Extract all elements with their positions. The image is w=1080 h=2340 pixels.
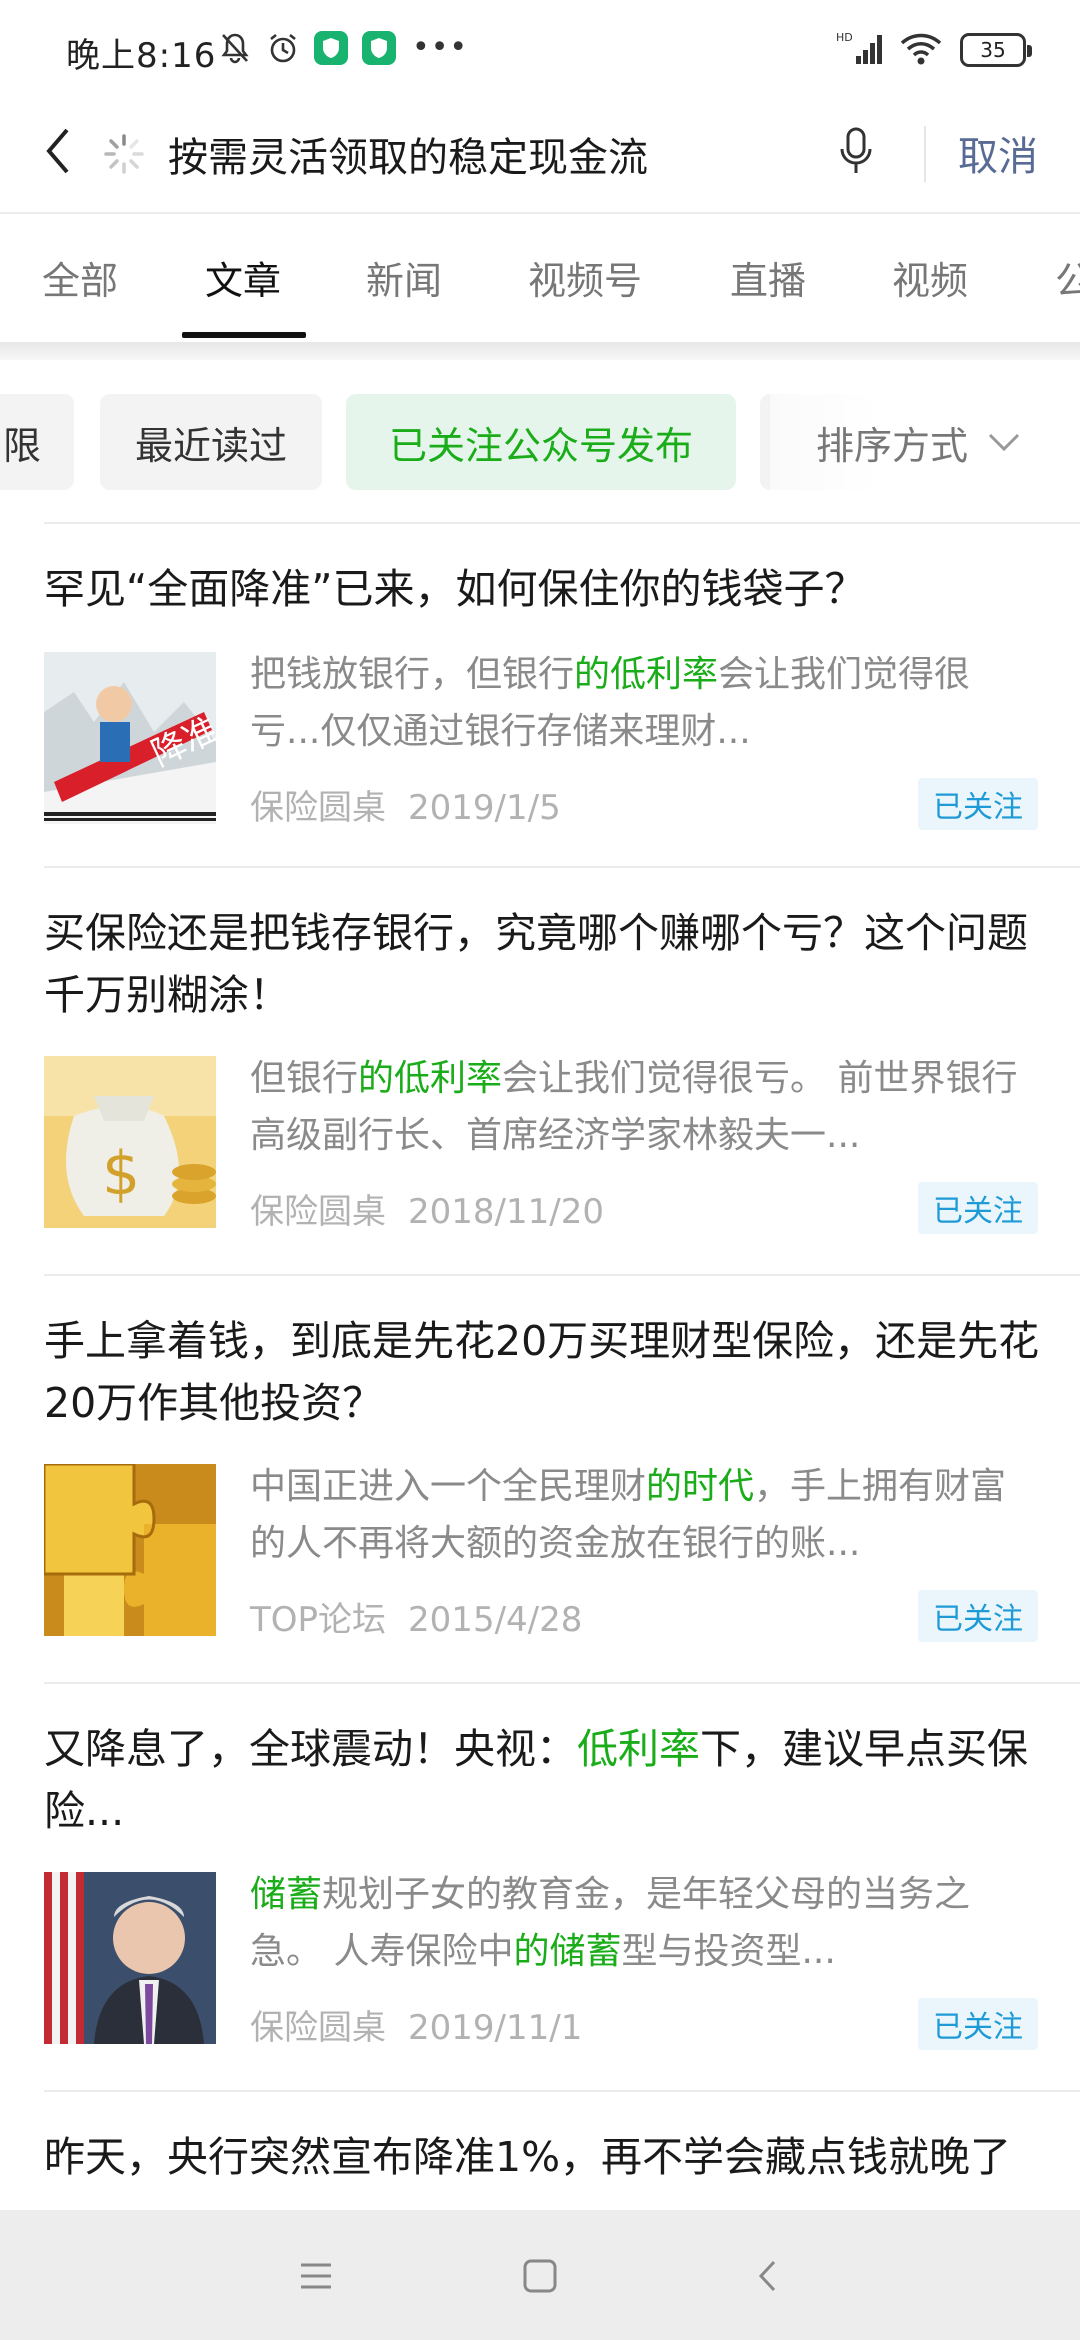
home-button[interactable] <box>510 2246 570 2306</box>
network-type-label: HD <box>836 31 853 44</box>
article-source: 保险圆桌 <box>250 2008 386 2048</box>
article-meta: 保险圆桌 2019/1/5 <box>250 780 561 829</box>
home-square-icon <box>523 2259 557 2293</box>
article-title: 手上拿着钱，到底是先花20万买理财型保险，还是先花20万作其他投资？ <box>44 1317 1040 1427</box>
article-item[interactable]: 罕见“全面降准”已来，如何保住你的钱袋子？ 降准 把钱放银行，但银行的低利率会让… <box>0 524 1080 864</box>
article-meta: TOP论坛 2015/4/28 <box>250 1592 582 1641</box>
tab-articles[interactable]: 文章 <box>205 250 281 305</box>
thumb-caption: $ <box>102 1139 140 1209</box>
back-chevron-icon <box>758 2260 776 2292</box>
article-date: 2015/4/28 <box>408 1600 583 1640</box>
system-back-button[interactable] <box>738 2246 798 2306</box>
article-item[interactable]: 手上拿着钱，到底是先花20万买理财型保险，还是先花20万作其他投资？ 中国正进入… <box>0 1276 1080 1682</box>
shield-app-icon <box>314 30 348 65</box>
status-time: 晚上8:16 <box>66 36 217 76</box>
cancel-button[interactable]: 取消 <box>958 124 1038 182</box>
mute-bell-icon <box>218 31 252 65</box>
search-query-text: 按需灵活领取的稳定现金流 <box>168 135 648 181</box>
article-snippet: 但银行的低利率会让我们觉得很亏。 前世界银行高级副行长、首席经济学家林毅夫一..… <box>250 1058 1018 1156</box>
cellular-signal-icon: HD <box>836 30 882 70</box>
chevron-down-icon <box>988 433 1020 452</box>
alarm-clock-icon <box>266 31 300 65</box>
filter-bar: 限 最近读过 已关注公众号发布 排序方式 <box>0 360 1080 520</box>
tab-channels[interactable]: 视频号 <box>528 250 642 305</box>
back-arrow-icon <box>46 128 69 174</box>
article-snippet: 把钱放银行，但银行的低利率会让我们觉得很亏...仅仅通过银行存储来理财... <box>250 654 971 752</box>
back-button[interactable] <box>28 116 88 186</box>
tab-news[interactable]: 新闻 <box>366 250 442 305</box>
more-notifications-icon: ••• <box>412 30 469 65</box>
article-date: 2018/11/20 <box>408 1192 604 1232</box>
article-thumbnail: 降准 <box>44 652 216 824</box>
system-navigation-bar <box>0 2210 1080 2340</box>
article-snippet: 中国正进入一个全民理财的时代，手上拥有财富的人不再将大额的资金放在银行的账... <box>250 1466 1007 1564</box>
article-title: 买保险还是把钱存银行，究竟哪个赚哪个亏？这个问题千万别糊涂！ <box>44 909 1028 1019</box>
active-tab-indicator <box>182 332 306 338</box>
tab-video[interactable]: 视频 <box>892 250 968 305</box>
battery-icon: 35 <box>960 33 1032 67</box>
article-item[interactable]: 昨天，央行突然宣布降准1%，再不学会藏点钱就晚了 <box>0 2092 1080 2210</box>
article-snippet: 储蓄规划子女的教育金，是年轻父母的当务之急。 人寿保险中的储蓄型与投资型... <box>250 1874 971 1972</box>
followed-badge: 已关注 <box>918 1590 1038 1642</box>
status-bar: 晚上8:16 ••• HD 35 <box>0 0 1080 96</box>
menu-icon <box>301 2263 331 2289</box>
filter-chip-time-limit[interactable]: 限 <box>0 394 74 490</box>
article-title: 罕见“全面降准”已来，如何保住你的钱袋子？ <box>44 565 866 613</box>
filter-chip-recently-read[interactable]: 最近读过 <box>100 394 322 490</box>
followed-badge: 已关注 <box>918 1182 1038 1234</box>
wifi-icon <box>900 31 942 69</box>
article-title: 昨天，央行突然宣布降准1%，再不学会藏点钱就晚了 <box>44 2133 1012 2181</box>
article-thumbnail: $ <box>44 1056 216 1228</box>
search-input[interactable]: 按需灵活领取的稳定现金流 <box>100 116 900 192</box>
article-meta: 保险圆桌 2018/11/20 <box>250 1184 604 1233</box>
microphone-icon <box>840 127 872 173</box>
status-icons-right: HD 35 <box>836 30 1032 70</box>
menu-button[interactable] <box>286 2246 346 2306</box>
article-thumbnail <box>44 1872 216 2044</box>
loading-spinner-icon <box>104 134 144 174</box>
microphone-button[interactable] <box>826 116 886 188</box>
article-date: 2019/1/5 <box>408 788 561 828</box>
article-date: 2019/11/1 <box>408 2008 583 2048</box>
article-source: 保险圆桌 <box>250 788 386 828</box>
tab-official-accounts[interactable]: 公 <box>1055 250 1080 305</box>
followed-badge: 已关注 <box>918 778 1038 830</box>
article-meta: 保险圆桌 2019/11/1 <box>250 2000 582 2049</box>
article-item[interactable]: 买保险还是把钱存银行，究竟哪个赚哪个亏？这个问题千万别糊涂！ $ 但银行的低利率… <box>0 868 1080 1274</box>
search-bar: 按需灵活领取的稳定现金流 取消 <box>0 96 1080 212</box>
tab-all[interactable]: 全部 <box>42 250 118 305</box>
battery-level: 35 <box>980 38 1006 62</box>
shield-app-icon-2 <box>362 30 396 65</box>
sort-dropdown[interactable]: 排序方式 <box>770 394 1080 490</box>
followed-badge: 已关注 <box>918 1998 1038 2050</box>
article-thumbnail <box>44 1464 216 1636</box>
article-source: TOP论坛 <box>250 1600 387 1640</box>
tab-live[interactable]: 直播 <box>730 250 806 305</box>
category-tabs: 全部 文章 新闻 视频号 直播 视频 公 <box>0 212 1080 342</box>
article-item[interactable]: 又降息了，全球震动！央视：低利率下，建议早点买保险... 储蓄规划子女的教育金，… <box>0 1684 1080 2090</box>
divider <box>924 126 926 182</box>
article-title: 又降息了，全球震动！央视：低利率下，建议早点买保险... <box>44 1725 1028 1835</box>
filter-chip-followed-accounts[interactable]: 已关注公众号发布 <box>346 394 736 490</box>
article-source: 保险圆桌 <box>250 1192 386 1232</box>
tabs-divider <box>0 342 1080 360</box>
sort-label: 排序方式 <box>816 423 969 468</box>
status-icons-left: ••• <box>218 30 468 65</box>
